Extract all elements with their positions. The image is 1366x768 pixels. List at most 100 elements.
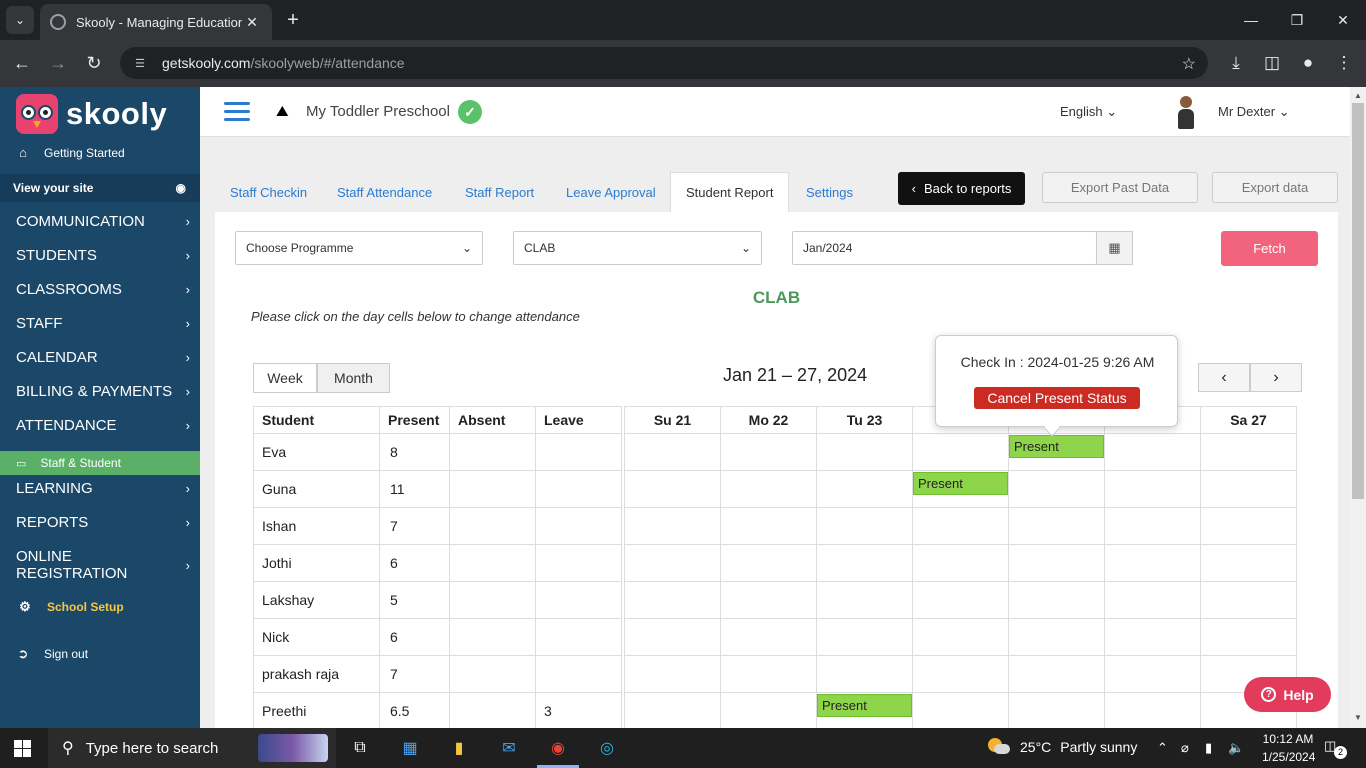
sidebar-item-students[interactable]: STUDENTS › — [16, 247, 190, 264]
browser-tab[interactable]: Skooly - Managing Educational ✕ — [40, 4, 272, 40]
chrome-icon[interactable]: ◉ — [546, 736, 570, 760]
sidebar-item-billing[interactable]: BILLING & PAYMENTS › — [16, 383, 190, 400]
day-cell[interactable]: Present — [912, 470, 1009, 508]
mail-icon[interactable]: ✉ — [497, 736, 521, 760]
day-cell[interactable] — [816, 470, 913, 508]
day-cell[interactable] — [1104, 581, 1201, 619]
sidebar-item-attendance[interactable]: ATTENDANCE › — [16, 417, 190, 434]
day-cell[interactable] — [1104, 618, 1201, 656]
view-site-link[interactable]: View your site ◉ — [0, 174, 200, 202]
day-cell[interactable] — [1104, 470, 1201, 508]
tab-settings[interactable]: Settings — [806, 172, 853, 212]
day-cell[interactable] — [816, 433, 913, 471]
day-cell[interactable] — [1104, 507, 1201, 545]
school-setup-link[interactable]: ⚙ School Setup — [0, 599, 200, 615]
task-view-icon[interactable]: ⧉ — [348, 736, 372, 760]
day-cell[interactable] — [816, 581, 913, 619]
sign-out-link[interactable]: ➲ Sign out — [0, 646, 200, 662]
tab-staff-report[interactable]: Staff Report — [465, 172, 534, 212]
day-cell[interactable] — [624, 655, 721, 693]
prev-week-button[interactable]: ‹ — [1198, 363, 1250, 392]
day-cell[interactable] — [1104, 692, 1201, 728]
forward-icon[interactable]: → — [45, 50, 71, 76]
day-cell[interactable] — [624, 433, 721, 471]
day-cell[interactable] — [912, 692, 1009, 728]
day-cell[interactable] — [720, 433, 817, 471]
day-cell[interactable] — [912, 433, 1009, 471]
tab-student-report[interactable]: Student Report — [670, 172, 790, 212]
address-bar[interactable]: ☰ getskooly.com/skoolyweb/#/attendance ☆ — [120, 47, 1208, 79]
page-scrollbar[interactable]: ▲ ▼ — [1350, 87, 1366, 728]
day-cell[interactable] — [720, 692, 817, 728]
day-cell[interactable] — [1200, 544, 1297, 582]
back-to-reports-button[interactable]: ‹ Back to reports — [898, 172, 1025, 205]
day-cell[interactable] — [1200, 507, 1297, 545]
hamburger-menu-icon[interactable] — [224, 102, 250, 122]
next-week-button[interactable]: › — [1250, 363, 1302, 392]
windows-start-icon[interactable] — [14, 740, 31, 757]
edge-icon[interactable]: ◎ — [595, 736, 619, 760]
day-cell[interactable] — [1008, 470, 1105, 508]
present-chip[interactable]: Present — [1009, 435, 1104, 458]
battery-icon[interactable]: ▮ — [1205, 740, 1212, 756]
menu-dots-icon[interactable]: ⋮ — [1331, 50, 1357, 76]
restore-button[interactable]: ❐ — [1274, 0, 1320, 40]
tab-staff-checkin[interactable]: Staff Checkin — [230, 172, 307, 212]
day-cell[interactable] — [1008, 618, 1105, 656]
tab-leave-approval[interactable]: Leave Approval — [566, 172, 656, 212]
export-data-button[interactable]: Export data — [1212, 172, 1338, 203]
avatar[interactable] — [1178, 96, 1194, 130]
sidebar-item-communication[interactable]: COMMUNICATION › — [16, 213, 190, 230]
day-cell[interactable] — [624, 470, 721, 508]
volume-muted-icon[interactable]: 🔈 — [1228, 740, 1244, 756]
day-cell[interactable] — [720, 655, 817, 693]
sidebar-subitem-staff-student[interactable]: ▭ Staff & Student — [0, 451, 200, 475]
day-cell[interactable] — [624, 544, 721, 582]
week-view-button[interactable]: Week — [253, 363, 317, 393]
close-window-button[interactable]: ✕ — [1320, 0, 1366, 40]
month-input[interactable]: Jan/2024 — [792, 231, 1097, 265]
day-cell[interactable] — [816, 544, 913, 582]
day-cell[interactable] — [1200, 618, 1297, 656]
weather-widget[interactable]: 25°C Partly sunny — [988, 738, 1137, 756]
sidebar-item-calendar[interactable]: CALENDAR › — [16, 349, 190, 366]
reload-icon[interactable]: ↻ — [81, 50, 107, 76]
fetch-button[interactable]: Fetch — [1221, 231, 1318, 266]
sidebar-item-classrooms[interactable]: CLASSROOMS › — [16, 281, 190, 298]
tab-search-button[interactable]: ⌄ — [6, 6, 34, 34]
day-cell[interactable] — [912, 655, 1009, 693]
day-cell[interactable] — [1008, 544, 1105, 582]
day-cell[interactable]: Present — [816, 692, 913, 728]
cancel-present-button[interactable]: Cancel Present Status — [974, 387, 1140, 409]
day-cell[interactable] — [720, 507, 817, 545]
day-cell[interactable] — [1008, 507, 1105, 545]
export-past-data-button[interactable]: Export Past Data — [1042, 172, 1198, 203]
user-menu[interactable]: Mr Dexter ⌄ — [1218, 104, 1290, 120]
group-select[interactable]: CLAB ⌄ — [513, 231, 762, 265]
day-cell[interactable] — [912, 544, 1009, 582]
chevron-up-icon[interactable]: ⌃ — [1157, 740, 1168, 756]
present-chip[interactable]: Present — [817, 694, 912, 717]
clock[interactable]: 10:12 AM 1/25/2024 — [1262, 730, 1315, 766]
scroll-down-icon[interactable]: ▼ — [1354, 713, 1362, 722]
day-cell[interactable] — [1008, 655, 1105, 693]
programme-select[interactable]: Choose Programme ⌄ — [235, 231, 483, 265]
help-button[interactable]: ? Help — [1244, 677, 1331, 712]
day-cell[interactable] — [816, 618, 913, 656]
month-view-button[interactable]: Month — [317, 363, 390, 393]
day-cell[interactable]: Present — [1008, 433, 1105, 471]
day-cell[interactable] — [912, 507, 1009, 545]
day-cell[interactable] — [816, 655, 913, 693]
language-select[interactable]: English ⌄ — [1060, 104, 1117, 120]
day-cell[interactable] — [1104, 544, 1201, 582]
logo[interactable]: skooly — [16, 94, 167, 134]
day-cell[interactable] — [1200, 581, 1297, 619]
day-cell[interactable] — [1200, 470, 1297, 508]
day-cell[interactable] — [1200, 433, 1297, 471]
day-cell[interactable] — [1104, 433, 1201, 471]
file-explorer-icon[interactable]: ▮ — [447, 736, 471, 760]
new-tab-button[interactable]: + — [282, 8, 304, 32]
scrollbar-thumb[interactable] — [1352, 103, 1364, 499]
day-cell[interactable] — [1008, 581, 1105, 619]
calendar-icon[interactable]: ▦ — [1096, 231, 1133, 265]
